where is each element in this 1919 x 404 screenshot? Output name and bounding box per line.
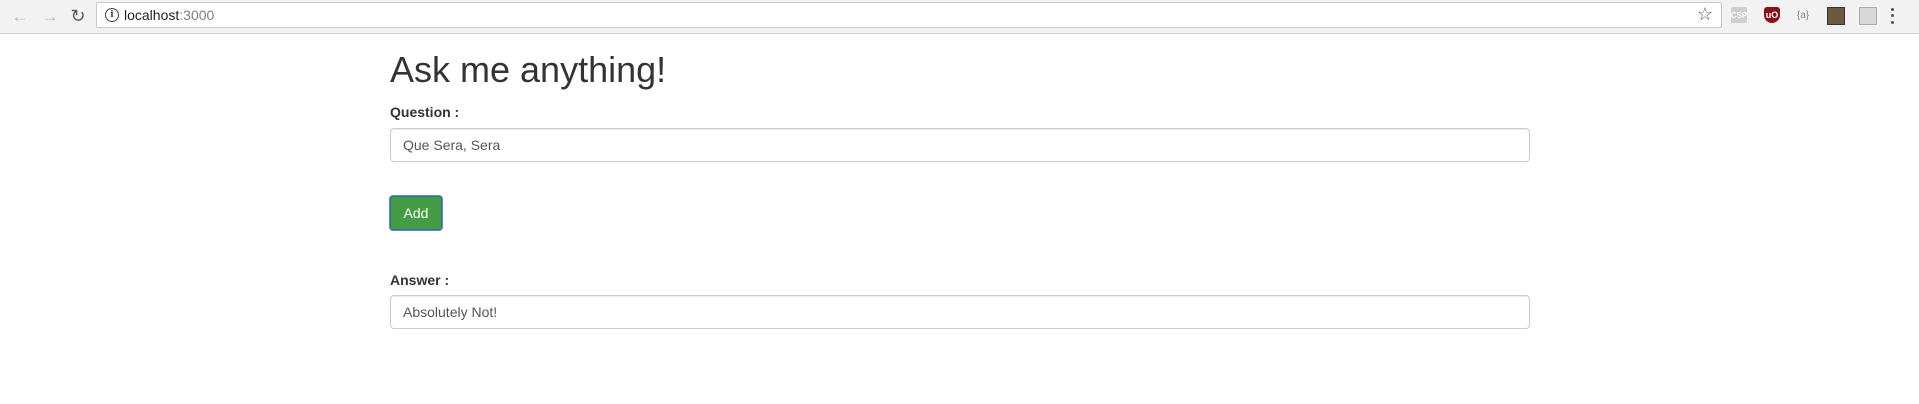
answer-field[interactable]: Absolutely Not! <box>390 295 1530 329</box>
bookmark-star-icon[interactable]: ☆ <box>1697 4 1713 25</box>
reload-icon[interactable]: ↻ <box>67 5 89 27</box>
browser-toolbar: ← → ↻ i localhost:3000 ☆ CSP uO {a} <box>0 0 1919 34</box>
answer-label: Answer : <box>390 272 450 288</box>
back-arrow-icon[interactable]: ← <box>9 5 31 27</box>
url-host: localhost <box>124 7 180 23</box>
json-viewer-icon[interactable]: {a} <box>1795 7 1811 23</box>
grid-extension-icon[interactable] <box>1859 7 1877 25</box>
question-input[interactable]: Que Sera, Sera <box>390 128 1530 162</box>
site-info-icon[interactable]: i <box>105 8 119 22</box>
url-port: :3000 <box>179 7 215 23</box>
browser-menu-icon[interactable] <box>1889 6 1895 26</box>
add-button[interactable]: Add <box>390 196 442 230</box>
page-title: Ask me anything! <box>390 49 667 90</box>
image-extension-icon[interactable] <box>1827 7 1845 25</box>
csp-extension-icon[interactable]: CSP <box>1731 7 1747 23</box>
url-text: localhost:3000 <box>124 7 214 23</box>
address-bar[interactable]: i localhost:3000 ☆ <box>96 2 1722 28</box>
forward-arrow-icon[interactable]: → <box>39 5 61 27</box>
question-label: Question : <box>390 104 460 120</box>
ublock-origin-icon[interactable]: uO <box>1764 7 1780 23</box>
